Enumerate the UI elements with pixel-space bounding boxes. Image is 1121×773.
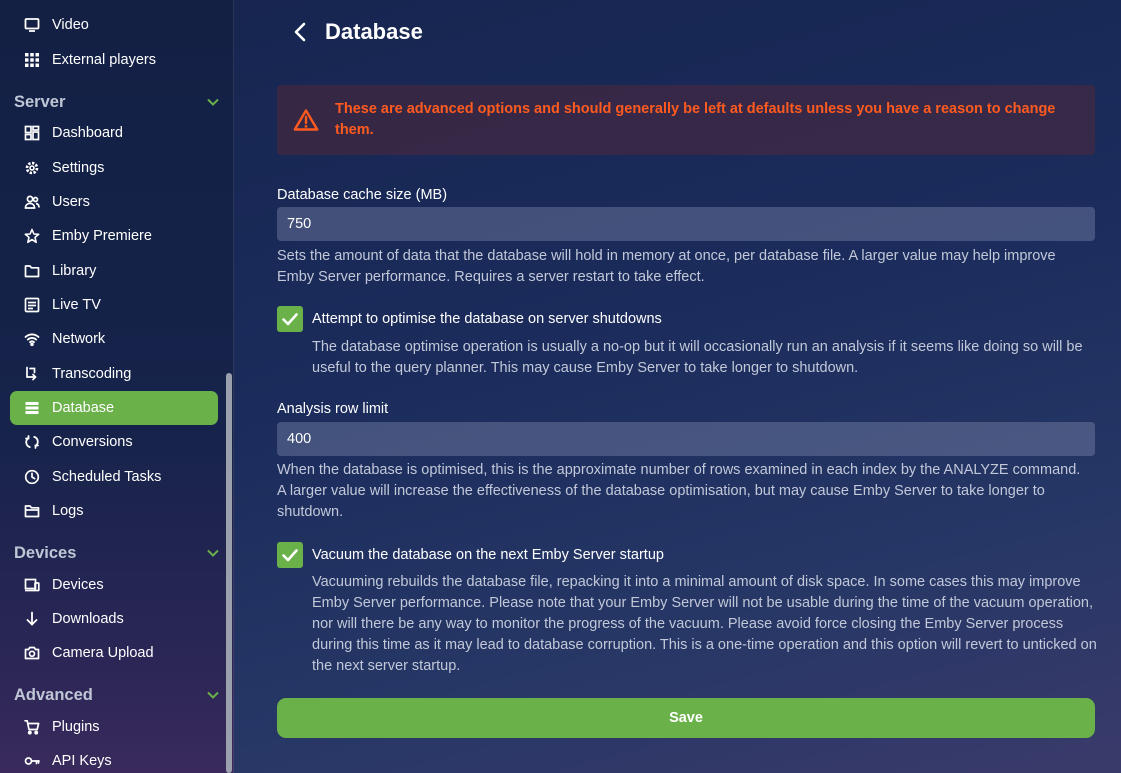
sidebar-item-label: Emby Premiere — [52, 228, 152, 244]
warning-icon — [293, 109, 319, 131]
sidebar-item-label: Database — [52, 400, 115, 416]
row-limit-label: Analysis row limit — [277, 401, 389, 417]
arrow-down-icon — [24, 611, 40, 627]
sidebar-item-label: Dashboard — [52, 125, 123, 141]
sidebar-item-dashboard[interactable]: Dashboard — [10, 116, 218, 150]
sidebar-item-label: Camera Upload — [52, 645, 154, 661]
sidebar-item-label: Library — [52, 263, 97, 279]
sidebar-item-logs[interactable]: Logs — [10, 494, 218, 528]
sidebar-item-live-tv[interactable]: Live TV — [10, 288, 218, 322]
sidebar-item-label: Transcoding — [52, 366, 132, 382]
checkmark-icon — [282, 549, 298, 562]
sidebar-item-transcoding[interactable]: Transcoding — [10, 357, 218, 391]
sidebar-item-label: API Keys — [52, 753, 112, 769]
sidebar-item-settings[interactable]: Settings — [10, 151, 218, 185]
row-limit-input[interactable] — [277, 422, 1095, 456]
sidebar-item-label: External players — [52, 52, 156, 68]
users-icon — [24, 194, 40, 210]
sidebar-item-api-keys[interactable]: API Keys — [10, 744, 218, 773]
grid-dots-icon — [24, 52, 40, 68]
sidebar: Video External players Server Dashboard … — [0, 0, 234, 773]
warning-text: These are advanced options and should ge… — [335, 101, 1056, 138]
section-title: Server — [14, 92, 66, 111]
chevron-down-icon — [207, 98, 219, 106]
back-button[interactable] — [286, 18, 314, 46]
section-header-devices[interactable]: Devices — [14, 542, 220, 564]
sidebar-item-label: Settings — [52, 160, 105, 176]
sidebar-item-label: Plugins — [52, 719, 100, 735]
vacuum-checkbox[interactable] — [277, 542, 303, 568]
tv-guide-icon — [24, 297, 40, 313]
sidebar-item-label: Network — [52, 331, 106, 347]
sidebar-item-network[interactable]: Network — [10, 322, 218, 356]
sidebar-item-label: Users — [52, 194, 90, 210]
section-title: Advanced — [14, 685, 93, 704]
sidebar-item-label: Scheduled Tasks — [52, 469, 162, 485]
sidebar-scrollbar[interactable] — [226, 373, 232, 773]
sidebar-item-label: Video — [52, 17, 89, 33]
cache-size-label: Database cache size (MB) — [277, 187, 448, 203]
cache-size-help: Sets the amount of data that the databas… — [277, 248, 1056, 285]
optimise-checkbox-row[interactable]: Attempt to optimise the database on serv… — [277, 306, 662, 332]
sidebar-item-conversions[interactable]: Conversions — [10, 425, 218, 459]
cart-icon — [24, 719, 40, 735]
gear-icon — [24, 160, 40, 176]
main-content: Database These are advanced options and … — [234, 0, 1121, 773]
monitor-icon — [24, 17, 40, 33]
sidebar-item-devices[interactable]: Devices — [10, 568, 218, 602]
dashboard-icon — [24, 125, 40, 141]
wifi-icon — [24, 331, 40, 347]
sidebar-item-emby-premiere[interactable]: Emby Premiere — [10, 219, 218, 253]
save-button[interactable]: Save — [277, 698, 1095, 738]
folder-icon — [24, 263, 40, 279]
sidebar-item-camera-upload[interactable]: Camera Upload — [10, 636, 218, 670]
sidebar-item-plugins[interactable]: Plugins — [10, 710, 218, 744]
devices-icon — [24, 577, 40, 593]
sidebar-item-label: Devices — [52, 577, 104, 593]
sidebar-item-label: Downloads — [52, 611, 124, 627]
sidebar-item-external-players[interactable]: External players — [10, 43, 218, 77]
clock-icon — [24, 469, 40, 485]
sidebar-item-downloads[interactable]: Downloads — [10, 602, 218, 636]
optimise-help: The database optimise operation is usual… — [312, 339, 1083, 376]
chevron-down-icon — [207, 691, 219, 699]
section-header-server[interactable]: Server — [14, 91, 220, 113]
key-icon — [24, 753, 40, 769]
camera-icon — [24, 645, 40, 661]
sidebar-item-database[interactable]: Database — [10, 391, 218, 425]
sidebar-item-users[interactable]: Users — [10, 185, 218, 219]
sync-icon — [24, 434, 40, 450]
sidebar-item-label: Logs — [52, 503, 84, 519]
database-icon — [24, 400, 40, 416]
sidebar-item-library[interactable]: Library — [10, 254, 218, 288]
sidebar-item-label: Conversions — [52, 434, 133, 450]
section-title: Devices — [14, 543, 77, 562]
sidebar-item-label: Live TV — [52, 297, 101, 313]
row-limit-help: When the database is optimised, this is … — [277, 462, 1081, 520]
checkmark-icon — [282, 313, 298, 326]
optimise-checkbox[interactable] — [277, 306, 303, 332]
vacuum-checkbox-row[interactable]: Vacuum the database on the next Emby Ser… — [277, 542, 664, 568]
star-icon — [24, 228, 40, 244]
sidebar-item-video[interactable]: Video — [10, 8, 218, 42]
optimise-label: Attempt to optimise the database on serv… — [312, 311, 662, 327]
chevron-left-icon — [294, 22, 306, 42]
section-header-advanced[interactable]: Advanced — [14, 684, 220, 706]
cache-size-input[interactable] — [277, 207, 1095, 241]
page-title: Database — [325, 19, 423, 44]
folder-open-icon — [24, 503, 40, 519]
chevron-down-icon — [207, 549, 219, 557]
vacuum-label: Vacuum the database on the next Emby Ser… — [312, 547, 664, 563]
sidebar-item-scheduled-tasks[interactable]: Scheduled Tasks — [10, 460, 218, 494]
transcode-icon — [24, 366, 40, 382]
warning-banner: These are advanced options and should ge… — [277, 85, 1095, 155]
vacuum-help: Vacuuming rebuilds the database file, re… — [312, 574, 1097, 674]
